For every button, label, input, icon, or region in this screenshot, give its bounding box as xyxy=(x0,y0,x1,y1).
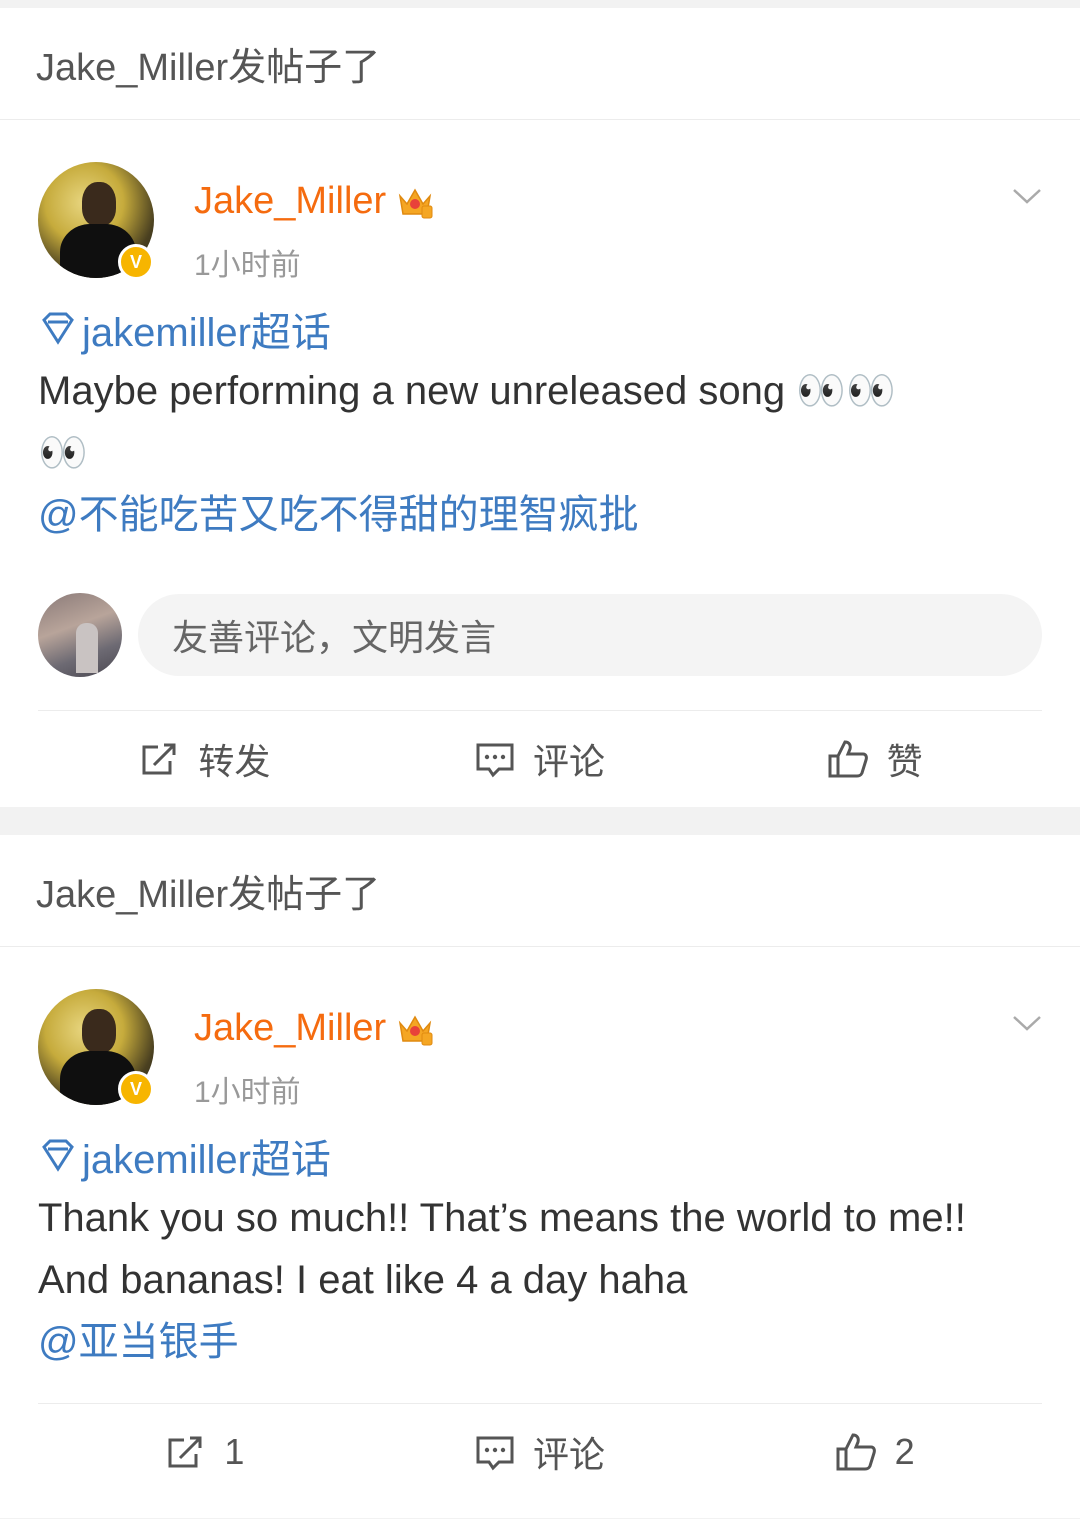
comment-label: 评论 xyxy=(533,741,606,782)
crown-icon xyxy=(396,1011,434,1047)
repost-button[interactable]: 1 xyxy=(38,1431,373,1473)
verified-badge: V xyxy=(118,244,154,280)
commenter-avatar xyxy=(38,593,122,677)
topic-text[interactable]: jakemiller超话 xyxy=(82,1127,331,1185)
author-name[interactable]: Jake_Miller xyxy=(194,180,434,223)
topic-diamond-icon xyxy=(42,1139,74,1172)
like-count: 2 xyxy=(894,1431,915,1472)
post-body: jakemiller超话 Maybe performing a new unre… xyxy=(0,298,1080,807)
post-time: 1小时前 xyxy=(194,1076,301,1109)
like-button[interactable]: 赞 xyxy=(707,733,1042,785)
post-card-2: Jake_Miller发帖子了 V Jake_Miller 1小时前 jakem… xyxy=(0,835,1080,1518)
repost-count: 1 xyxy=(224,1431,245,1472)
comment-button[interactable]: 评论 xyxy=(373,733,708,785)
chevron-down-icon[interactable] xyxy=(1012,1007,1042,1037)
topic-link[interactable]: jakemiller超话 xyxy=(38,1125,1042,1187)
comment-row: 友善评论，文明发言 xyxy=(38,592,1042,678)
section-gap xyxy=(0,807,1080,835)
mention-link[interactable]: @不能吃苦又吃不得甜的理智疯批 xyxy=(38,484,1042,546)
repost-button[interactable]: 转发 xyxy=(38,733,373,785)
comment-input[interactable]: 友善评论，文明发言 xyxy=(138,594,1042,676)
post-text-emoji: 👀 xyxy=(38,431,88,475)
author-row: V Jake_Miller 1小时前 xyxy=(0,120,1080,298)
post-text-main: Maybe performing a new unreleased song 👀… xyxy=(38,369,896,413)
comment-icon xyxy=(476,743,514,778)
like-icon xyxy=(836,1433,876,1471)
topic-text[interactable]: jakemiller超话 xyxy=(82,300,331,358)
post-time: 1小时前 xyxy=(194,249,301,282)
repost-icon xyxy=(142,743,176,775)
mention-link[interactable]: @亚当银手 xyxy=(38,1311,1042,1373)
action-bar: 转发 评论 赞 xyxy=(38,711,1042,807)
action-bar: 1 评论 2 xyxy=(38,1404,1042,1500)
author-name[interactable]: Jake_Miller xyxy=(194,1007,434,1050)
post-card-1: Jake_Miller发帖子了 V Jake_Miller 1小时前 jakem… xyxy=(0,8,1080,807)
comment-label: 评论 xyxy=(533,1434,606,1475)
comment-icon xyxy=(476,1436,514,1471)
post-body: jakemiller超话 Thank you so much!! That’s … xyxy=(0,1125,1080,1500)
comment-button[interactable]: 评论 xyxy=(373,1426,708,1478)
repost-icon xyxy=(168,1436,202,1468)
post-header: Jake_Miller发帖子了 xyxy=(0,835,1080,947)
topic-link[interactable]: jakemiller超话 xyxy=(38,298,1042,360)
chevron-down-icon[interactable] xyxy=(1012,180,1042,210)
post-text: Maybe performing a new unreleased song 👀… xyxy=(38,360,1042,484)
crown-icon xyxy=(396,184,434,220)
verified-badge: V xyxy=(118,1071,154,1107)
post-text: Thank you so much!! That’s means the wor… xyxy=(38,1196,966,1302)
author-name-text[interactable]: Jake_Miller xyxy=(194,180,386,223)
like-icon xyxy=(828,740,868,778)
author-name-text[interactable]: Jake_Miller xyxy=(194,1007,386,1050)
top-strip xyxy=(0,0,1080,8)
author-row: V Jake_Miller 1小时前 xyxy=(0,947,1080,1125)
like-label: 赞 xyxy=(886,741,923,782)
repost-label: 转发 xyxy=(198,741,271,782)
topic-diamond-icon xyxy=(42,312,74,345)
like-button[interactable]: 2 xyxy=(707,1431,1042,1473)
post-header: Jake_Miller发帖子了 xyxy=(0,8,1080,120)
